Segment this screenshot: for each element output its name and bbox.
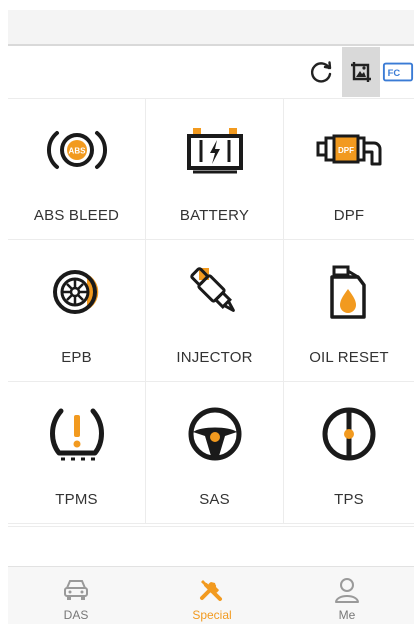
oil-icon [313,262,385,322]
function-sas[interactable]: SAS [146,382,284,524]
nav-das[interactable]: DAS [8,567,144,624]
function-label: TPMS [55,491,98,508]
function-label: DPF [333,207,365,224]
dpf-icon-text: DPF [338,146,354,155]
function-label: EPB [61,349,92,366]
top-bar [8,10,414,46]
report-icon: FC [382,62,414,82]
nav-me[interactable]: Me [280,567,414,624]
report-button[interactable]: FC [382,47,414,97]
function-label: BATTERY [179,207,250,224]
injector-icon [179,262,251,322]
function-injector[interactable]: INJECTOR [146,240,284,382]
screenshot-button[interactable] [342,47,380,97]
steering-wheel-icon [179,404,251,464]
app-screen: FC ABS ABS BLEED BATTERY DPF DPF EPB INJ… [0,0,414,624]
dpf-icon: DPF [313,120,385,180]
function-battery[interactable]: BATTERY [146,98,284,240]
special-functions-grid: ABS ABS BLEED BATTERY DPF DPF EPB INJECT… [8,98,414,527]
abs-icon-text: ABS [68,147,86,156]
epb-icon [41,262,113,322]
function-dpf[interactable]: DPF DPF [284,98,414,240]
function-label: ABS BLEED [33,207,120,224]
battery-icon [179,120,251,180]
function-tpms[interactable]: TPMS [8,382,146,524]
abs-icon: ABS [41,120,113,180]
refresh-icon [310,61,332,83]
tps-icon [313,404,385,464]
function-tps[interactable]: TPS [284,382,414,524]
function-abs-bleed[interactable]: ABS ABS BLEED [8,98,146,240]
toolbar: FC [8,46,414,99]
bottom-nav: DAS Special Me [8,566,414,624]
function-oil-reset[interactable]: OIL RESET [284,240,414,382]
function-label: TPS [334,491,364,508]
report-icon-text: FC [388,67,401,78]
refresh-button[interactable] [302,47,340,97]
function-epb[interactable]: EPB [8,240,146,382]
car-icon [62,576,90,604]
nav-label: Me [338,608,356,622]
screenshot-icon [351,62,371,82]
nav-label: Special [192,608,232,622]
nav-label: DAS [63,608,89,622]
tpms-icon [41,404,113,464]
function-label: INJECTOR [176,349,253,366]
function-label: OIL RESET [309,349,389,366]
nav-special[interactable]: Special [144,567,280,624]
user-icon [334,576,360,604]
tools-icon [197,576,227,604]
function-label: SAS [199,491,230,508]
